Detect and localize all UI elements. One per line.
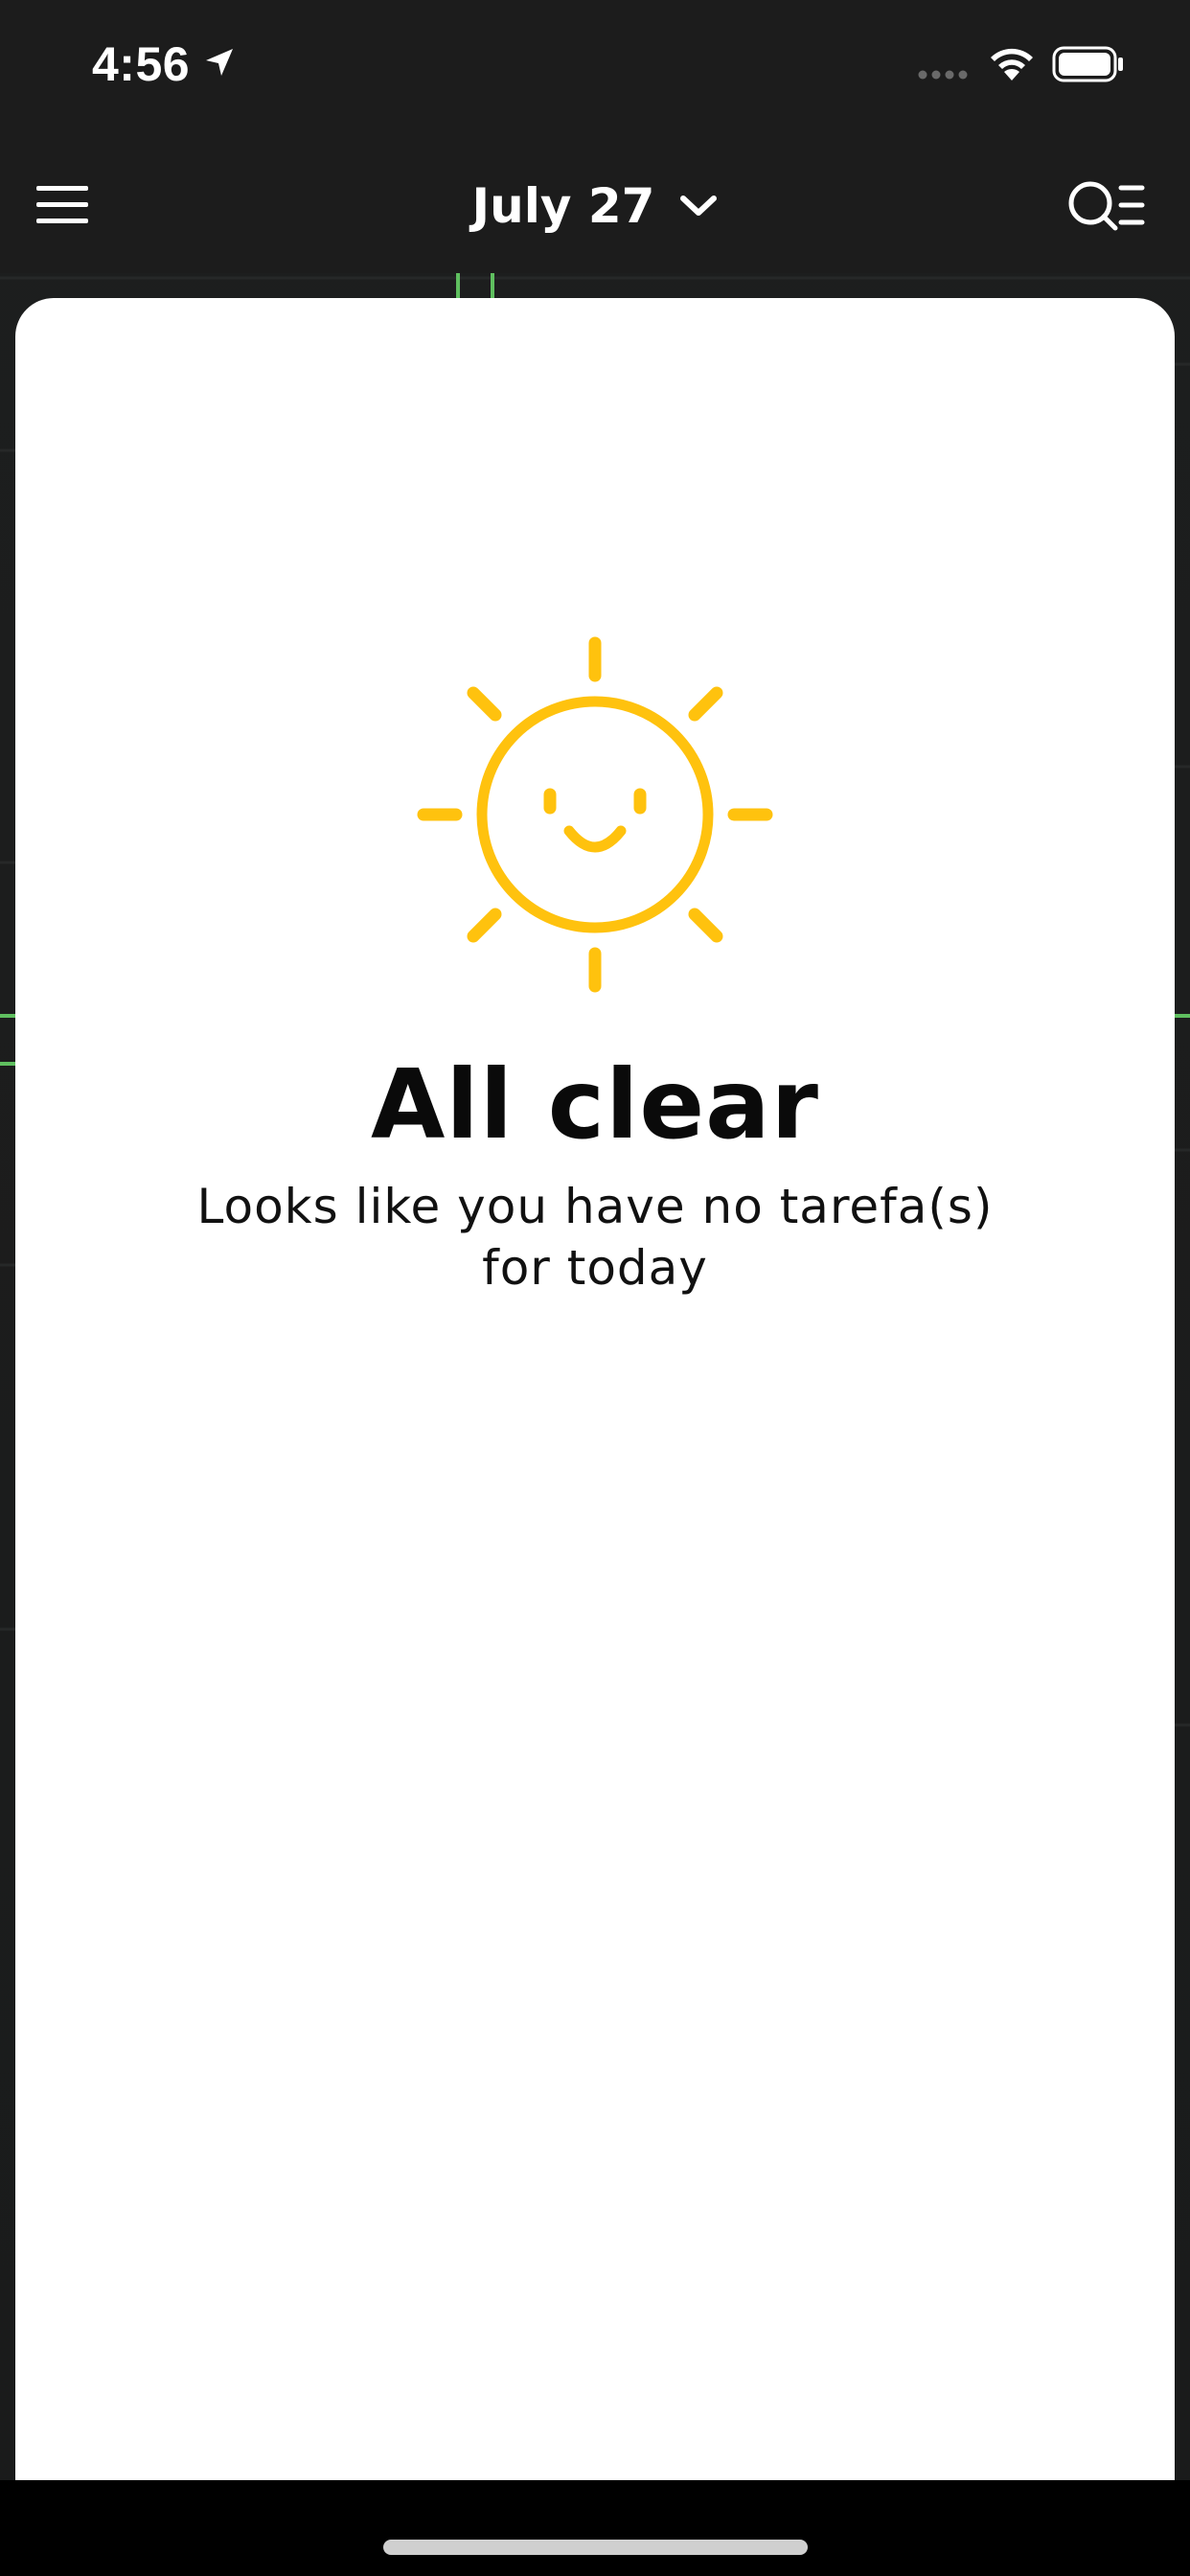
menu-icon — [36, 186, 88, 223]
battery-icon — [1052, 46, 1123, 82]
date-selector-button[interactable]: July 27 — [442, 172, 748, 240]
home-area — [0, 2480, 1190, 2576]
app-screen: 4:56 July 27 All clear Looks like you ha… — [0, 0, 1190, 2576]
empty-state-subtitle: Looks like you have no tarefa(s) for tod… — [196, 1179, 994, 1296]
status-bar: 4:56 — [0, 0, 1190, 134]
nav-bar: July 27 — [0, 134, 1190, 273]
location-arrow-icon — [206, 49, 233, 76]
date-label: July 27 — [471, 178, 655, 234]
search-filter-icon — [1068, 181, 1145, 231]
home-indicator[interactable] — [383, 2540, 808, 2555]
empty-state-title: All clear — [371, 1048, 819, 1161]
chevron-down-icon — [680, 196, 718, 216]
menu-button[interactable] — [34, 184, 90, 226]
search-filter-button[interactable] — [1065, 178, 1146, 234]
wifi-icon — [991, 48, 1033, 80]
status-time: 4:56 — [92, 37, 191, 91]
signal-icon — [918, 70, 968, 80]
smiling-sun-icon — [417, 636, 773, 993]
tasks-card: All clear Looks like you have no tarefa(… — [15, 298, 1175, 2480]
